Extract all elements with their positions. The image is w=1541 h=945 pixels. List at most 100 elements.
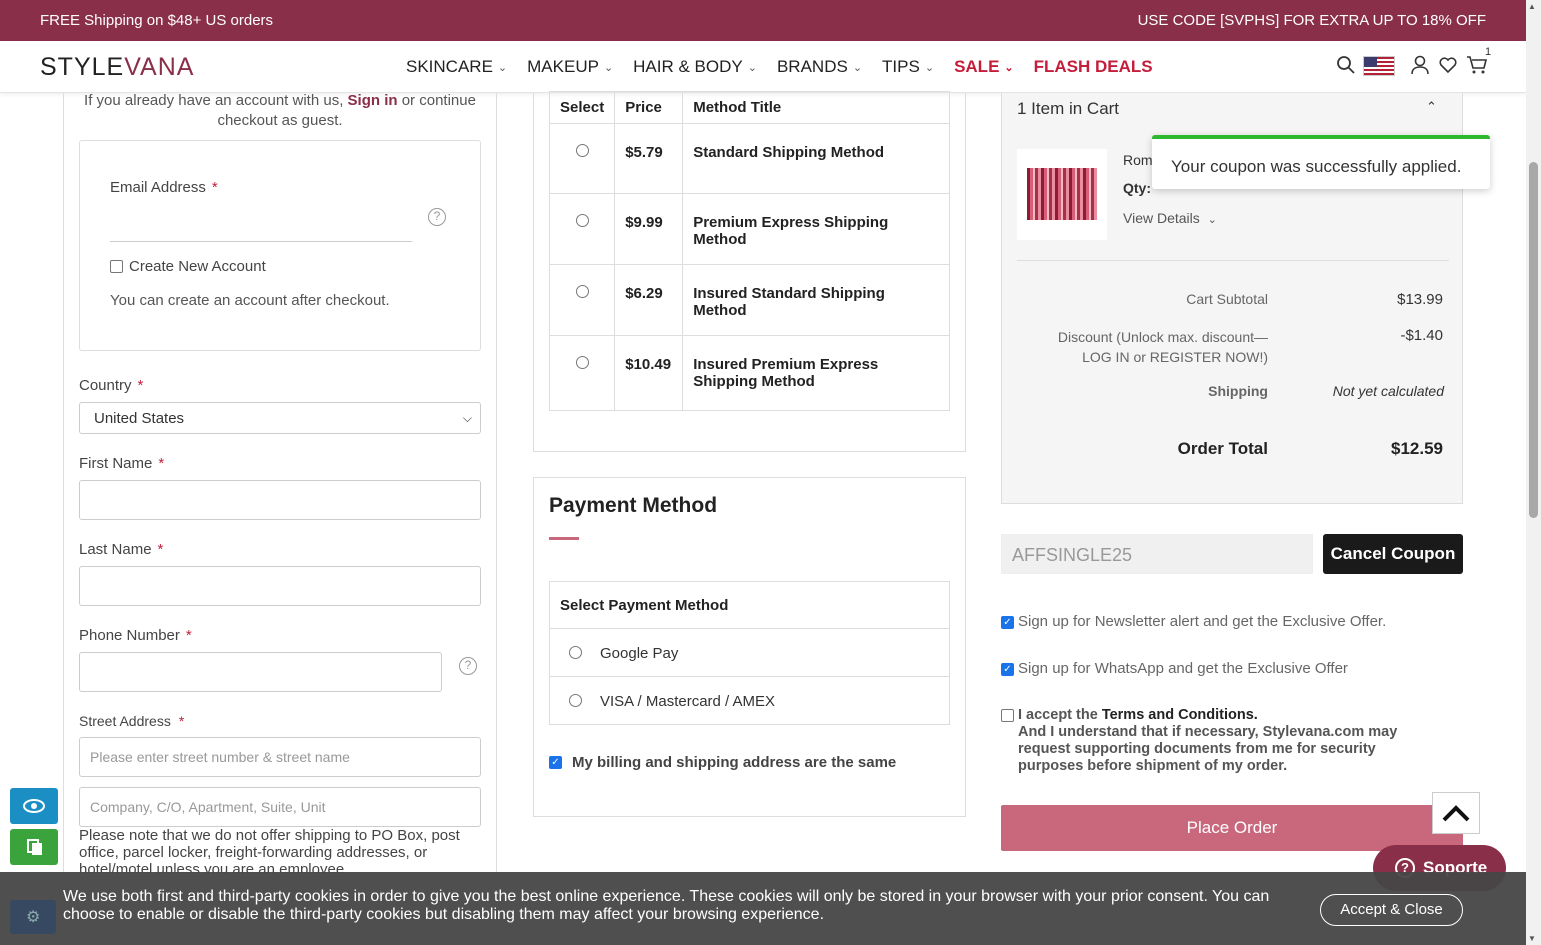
shipping-label: Shipping — [1208, 383, 1268, 399]
coupon-promo-text: USE CODE [SVPHS] FOR EXTRA UP TO 18% OFF — [1137, 12, 1486, 29]
chevron-down-icon: ⌄ — [747, 61, 757, 74]
country-label: Country * — [79, 377, 144, 394]
back-to-top-button[interactable] — [1432, 792, 1480, 834]
copy-icon — [27, 839, 42, 855]
scrollbar-thumb[interactable] — [1529, 162, 1538, 518]
lipstick-swatch-image — [1027, 168, 1097, 220]
create-account-label: Create New Account — [129, 258, 266, 275]
payment-radio[interactable] — [569, 694, 582, 707]
shipping-radio[interactable] — [575, 285, 589, 298]
view-details-link[interactable]: View Details ⌄ — [1123, 210, 1217, 226]
wishlist-heart-icon[interactable] — [1437, 55, 1459, 77]
shipping-radio[interactable] — [575, 214, 589, 227]
nav-flash-deals[interactable]: FLASH DEALS — [1034, 57, 1153, 77]
free-shipping-text: FREE Shipping on $48+ US orders — [40, 12, 274, 29]
item-name[interactable]: Rom — [1123, 152, 1153, 168]
us-flag-icon[interactable] — [1363, 56, 1395, 76]
payment-option-google-pay[interactable]: Google Pay — [550, 629, 949, 677]
col-price: Price — [614, 91, 684, 124]
street-line2-input[interactable]: Company, C/O, Apartment, Suite, Unit — [79, 787, 481, 827]
nav-tips[interactable]: TIPS ⌄ — [882, 57, 934, 77]
scroll-up-arrow-icon[interactable]: ▲ — [1528, 2, 1536, 11]
table-row[interactable]: $10.49 Insured Premium Express Shipping … — [548, 335, 950, 411]
search-icon[interactable] — [1335, 55, 1357, 77]
site-header: STYLEVANA SKINCARE ⌄ MAKEUP ⌄ HAIR & BODY ⌄… — [0, 41, 1526, 93]
phone-label: Phone Number * — [79, 627, 192, 644]
billing-same-checkbox[interactable]: ✓ — [549, 756, 562, 769]
nav-makeup[interactable]: MAKEUP ⌄ — [527, 57, 613, 77]
chevron-down-icon: ⌄ — [924, 61, 935, 74]
table-row[interactable]: $6.29 Insured Standard Shipping Method — [548, 264, 950, 336]
email-field[interactable] — [110, 201, 412, 241]
accept-cookies-button[interactable]: Accept & Close — [1320, 894, 1463, 926]
payment-radio[interactable] — [569, 646, 582, 659]
items-in-cart-toggle[interactable]: 1 Item in Cart — [1017, 99, 1119, 119]
phone-input[interactable] — [79, 652, 442, 692]
product-thumbnail[interactable] — [1017, 149, 1107, 240]
chevron-down-icon: ⌄ — [852, 61, 863, 74]
chevron-down-icon: ⌄ — [1207, 214, 1217, 226]
whatsapp-label: Sign up for WhatsApp and get the Exclusi… — [1018, 660, 1348, 677]
table-row[interactable]: $9.99 Premium Express Shipping Method — [548, 193, 950, 265]
country-select[interactable]: United States ⌵ — [79, 402, 481, 434]
shipping-radio[interactable] — [575, 144, 589, 157]
street-line1-input[interactable]: Please enter street number & street name — [79, 737, 481, 777]
nav-brands[interactable]: BRANDS ⌄ — [777, 57, 862, 77]
subtotal-label: Cart Subtotal — [1186, 291, 1268, 307]
terms-checkbox[interactable] — [1001, 709, 1014, 722]
shipping-radio[interactable] — [575, 356, 589, 369]
payment-option-card[interactable]: VISA / Mastercard / AMEX — [550, 677, 949, 725]
chevron-down-icon: ⌄ — [603, 61, 614, 74]
subtotal-value: $13.99 — [1397, 291, 1443, 308]
cart-icon[interactable] — [1466, 55, 1488, 77]
payment-method-panel: Payment Method Select Payment Method Goo… — [533, 477, 966, 817]
first-name-input[interactable] — [79, 480, 481, 520]
billing-same-label: My billing and shipping address are the … — [572, 754, 897, 771]
email-label: Email Address * — [110, 179, 218, 196]
first-name-label: First Name * — [79, 455, 165, 472]
create-account-checkbox[interactable] — [110, 260, 123, 273]
order-total-value: $12.59 — [1391, 439, 1443, 458]
nav-skincare[interactable]: SKINCARE ⌄ — [406, 57, 507, 77]
terms-label: I accept the Terms and Conditions. And I… — [1018, 707, 1398, 774]
shipping-value: Not yet calculated — [1332, 383, 1444, 399]
cancel-coupon-button[interactable]: Cancel Coupon — [1323, 534, 1463, 574]
promo-bar: FREE Shipping on $48+ US orders USE CODE… — [0, 0, 1526, 41]
discount-label: Discount (Unlock max. discount—LOG IN or… — [1057, 329, 1268, 365]
coupon-success-toast: Your coupon was successfully applied. — [1152, 135, 1490, 189]
eye-icon — [23, 799, 45, 813]
chevron-down-icon: ⌵ — [462, 410, 472, 425]
arrow-up-icon — [1442, 805, 1470, 822]
help-icon[interactable]: ? — [428, 208, 446, 226]
email-input[interactable] — [110, 241, 412, 242]
table-row[interactable]: $5.79 Standard Shipping Method — [548, 123, 950, 194]
terms-link[interactable]: Terms and Conditions. — [1102, 707, 1258, 723]
cookie-text: We use both first and third-party cookie… — [63, 888, 1270, 923]
divider — [1017, 260, 1449, 261]
help-icon[interactable]: ? — [459, 657, 477, 675]
qty-label: Qty: — [1123, 180, 1151, 196]
last-name-label: Last Name * — [79, 541, 164, 558]
chevron-down-icon: ⌄ — [1004, 61, 1014, 74]
accessibility-eye-button[interactable] — [10, 788, 58, 824]
order-total-label: Order Total — [1177, 439, 1268, 458]
coupon-input[interactable]: AFFSINGLE25 — [1001, 534, 1313, 574]
nav-sale[interactable]: SALE ⌄ — [954, 57, 1014, 77]
signin-prompt: If you already have an account with us, … — [84, 92, 476, 129]
whatsapp-checkbox[interactable]: ✓ — [1001, 663, 1014, 676]
gear-icon: ⚙ — [26, 909, 41, 926]
account-icon[interactable] — [1409, 55, 1431, 77]
scroll-down-arrow-icon[interactable]: ▼ — [1528, 934, 1536, 943]
main-nav: SKINCARE ⌄ MAKEUP ⌄ HAIR & BODY ⌄ BRANDS ⌄ T… — [406, 57, 1173, 77]
col-select: Select — [548, 91, 616, 124]
settings-gear-button[interactable]: ⚙ — [10, 900, 56, 934]
select-payment-header: Select Payment Method — [550, 582, 949, 629]
signin-link[interactable]: Sign in — [348, 92, 398, 109]
chevron-up-icon[interactable]: ⌃ — [1426, 99, 1437, 115]
newsletter-checkbox[interactable]: ✓ — [1001, 616, 1014, 629]
last-name-input[interactable] — [79, 566, 481, 606]
stylevana-logo[interactable]: STYLEVANA — [40, 53, 194, 82]
cart-count-badge: 1 — [1485, 46, 1492, 58]
copy-tool-button[interactable] — [10, 829, 58, 865]
nav-hair-body[interactable]: HAIR & BODY ⌄ — [633, 57, 757, 77]
